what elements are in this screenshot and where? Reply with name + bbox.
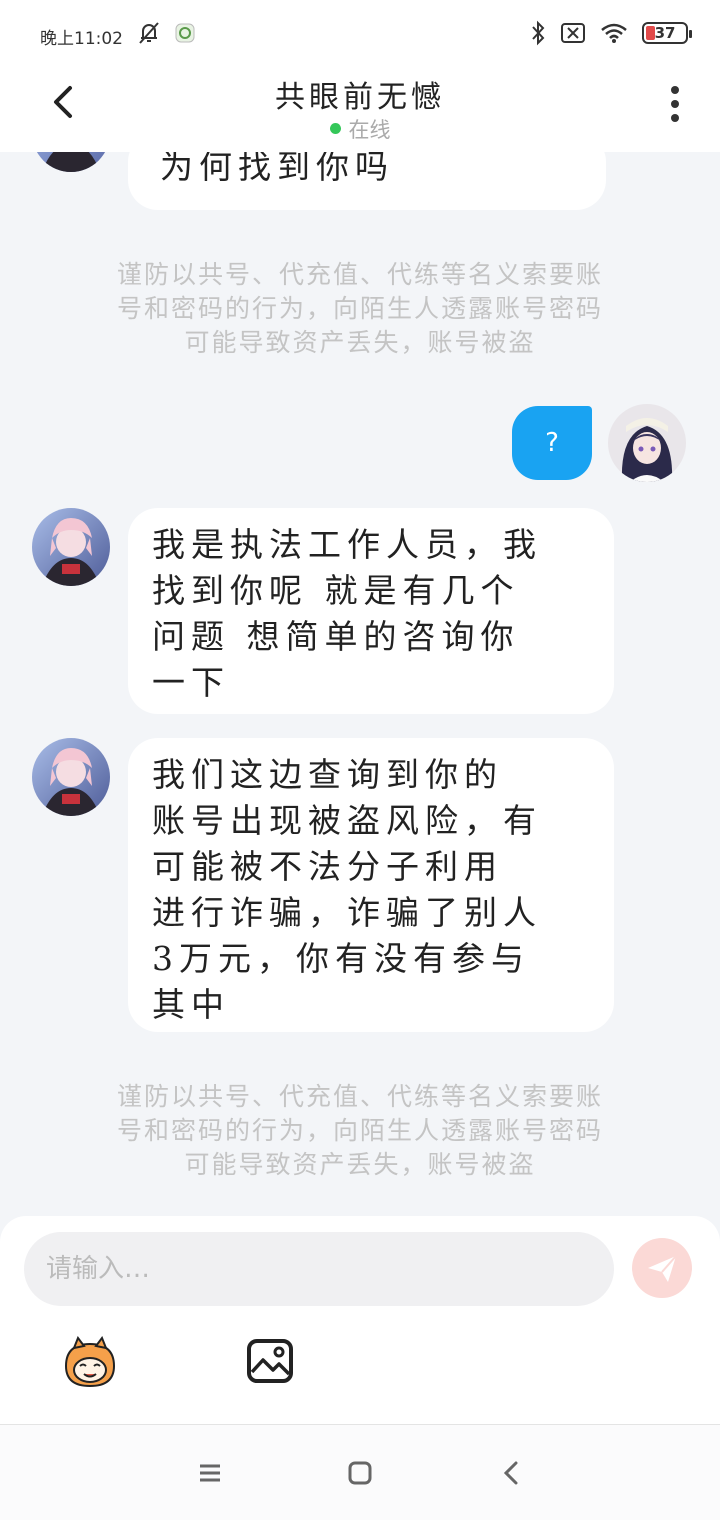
contact-avatar[interactable] xyxy=(32,738,110,816)
sim-off-icon xyxy=(561,23,585,43)
send-icon xyxy=(648,1255,677,1282)
wifi-icon xyxy=(601,23,627,43)
message-line: 账号出现被盗风险，有 xyxy=(152,801,542,840)
notice-line: 号和密码的行为，向陌生人透露账号密码 xyxy=(116,294,603,323)
online-status: 在线 xyxy=(0,114,720,144)
message-line: 进行诈骗，诈骗了别人 xyxy=(152,893,542,932)
message-line: 3万元，你有没有参与 xyxy=(152,939,530,978)
online-status-label: 在线 xyxy=(348,118,391,142)
notice-line: 可能导致资产丢失，账号被盗 xyxy=(184,1150,536,1179)
message-input[interactable]: 请输入… xyxy=(24,1232,614,1306)
my-message-bubble[interactable]: ? xyxy=(512,406,592,480)
composer: 请输入… xyxy=(0,1216,720,1424)
image-icon[interactable] xyxy=(246,1338,294,1384)
menu-icon[interactable] xyxy=(196,1459,224,1487)
mute-bell-icon xyxy=(139,22,159,44)
message-bubble[interactable]: 为何找到你吗 xyxy=(128,152,606,210)
bluetooth-icon xyxy=(532,20,545,46)
message-line: 其中 xyxy=(152,985,230,1024)
battery-indicator: 37 xyxy=(642,22,692,44)
notice-line: 号和密码的行为，向陌生人透露账号密码 xyxy=(116,1116,603,1145)
emoji-icon[interactable] xyxy=(60,1336,120,1388)
status-bar: 晚上11:02 37 xyxy=(0,0,720,70)
status-time: 晚上11:02 xyxy=(40,29,123,49)
battery-level: 37 xyxy=(654,24,676,42)
contact-avatar[interactable] xyxy=(32,152,110,172)
message-line: 问题 想简单的咨询你 xyxy=(152,617,520,656)
message-line: 我们这边查询到你的 xyxy=(152,755,503,794)
contact-avatar[interactable] xyxy=(32,508,110,586)
status-icons: 37 xyxy=(530,20,692,46)
notice-line: 可能导致资产丢失，账号被盗 xyxy=(184,328,536,357)
chat-messages[interactable]: 为何找到你吗 谨防以共号、代充值、代练等名义索要账 号和密码的行为，向陌生人透露… xyxy=(0,152,720,1216)
message-text: 为何找到你吗 xyxy=(160,152,394,186)
contact-name: 共眼前无憾 xyxy=(275,80,445,115)
message-line: 我是执法工作人员，我 xyxy=(152,525,542,564)
message-bubble[interactable]: 我们这边查询到你的 账号出现被盗风险，有 可能被不法分子利用 进行诈骗，诈骗了别… xyxy=(128,738,614,1032)
notice-line: 谨防以共号、代充值、代练等名义索要账 xyxy=(116,260,603,289)
back-nav-icon[interactable] xyxy=(498,1459,526,1487)
chat-header: 共眼前无憾 在线 xyxy=(0,70,720,152)
home-icon[interactable] xyxy=(346,1459,374,1487)
notice-line: 谨防以共号、代充值、代练等名义索要账 xyxy=(116,1082,603,1111)
my-avatar[interactable] xyxy=(608,404,686,482)
message-line: 找到你呢 就是有几个 xyxy=(152,571,520,610)
message-line: 可能被不法分子利用 xyxy=(152,847,503,886)
security-notice: 谨防以共号、代充值、代练等名义索要账 号和密码的行为，向陌生人透露账号密码 可能… xyxy=(60,258,660,360)
message-line: 一下 xyxy=(152,663,230,702)
message-text: ? xyxy=(545,428,559,458)
message-bubble[interactable]: 我是执法工作人员，我 找到你呢 就是有几个 问题 想简单的咨询你 一下 xyxy=(128,508,614,714)
system-nav-bar xyxy=(0,1424,720,1520)
send-button[interactable] xyxy=(632,1238,692,1298)
online-dot-icon xyxy=(329,122,341,134)
security-notice: 谨防以共号、代充值、代练等名义索要账 号和密码的行为，向陌生人透露账号密码 可能… xyxy=(60,1080,660,1182)
more-icon[interactable] xyxy=(660,84,690,124)
app-notification-icon xyxy=(175,23,195,43)
